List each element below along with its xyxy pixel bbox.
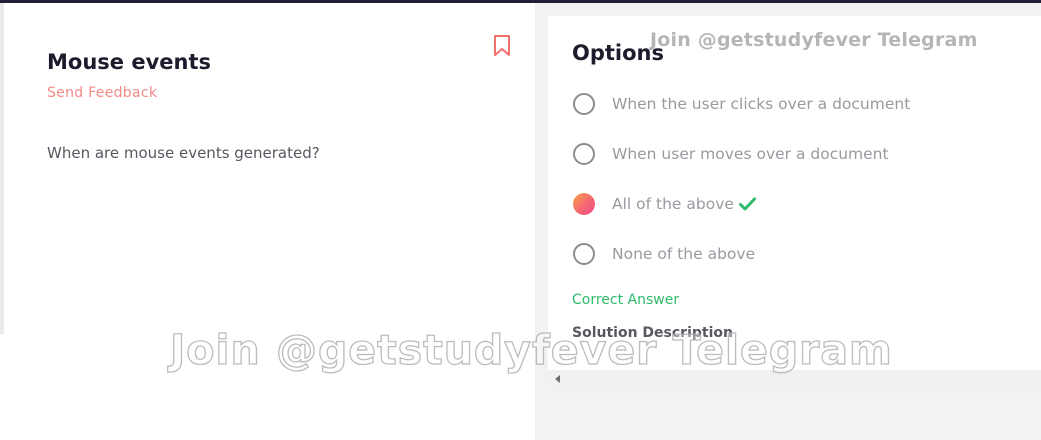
scroll-left-icon[interactable] <box>555 375 560 383</box>
question-title: Mouse events <box>47 50 211 74</box>
correct-answer-label: Correct Answer <box>572 292 680 308</box>
radio-button[interactable] <box>573 143 595 165</box>
watermark-large: Join @getstudyfever Telegram <box>169 325 893 374</box>
option-label: When the user clicks over a document <box>612 95 911 113</box>
checkmark-icon <box>738 197 756 211</box>
options-card: Options When the user clicks over a docu… <box>548 16 1041 370</box>
option-2[interactable]: When user moves over a document <box>573 141 889 167</box>
option-label: All of the above <box>612 195 734 213</box>
question-panel: Mouse events Send Feedback When are mous… <box>4 3 535 440</box>
option-3[interactable]: All of the above <box>573 191 756 217</box>
watermark-top: Join @getstudyfever Telegram <box>650 29 978 51</box>
bookmark-icon[interactable] <box>493 35 511 57</box>
option-label: When user moves over a document <box>612 145 889 163</box>
radio-button[interactable] <box>573 93 595 115</box>
option-4[interactable]: None of the above <box>573 241 755 267</box>
radio-button[interactable] <box>573 243 595 265</box>
question-text: When are mouse events generated? <box>47 144 320 162</box>
option-label: None of the above <box>612 245 756 263</box>
radio-button-selected[interactable] <box>573 193 595 215</box>
option-1[interactable]: When the user clicks over a document <box>573 91 910 117</box>
send-feedback-link[interactable]: Send Feedback <box>47 85 157 101</box>
